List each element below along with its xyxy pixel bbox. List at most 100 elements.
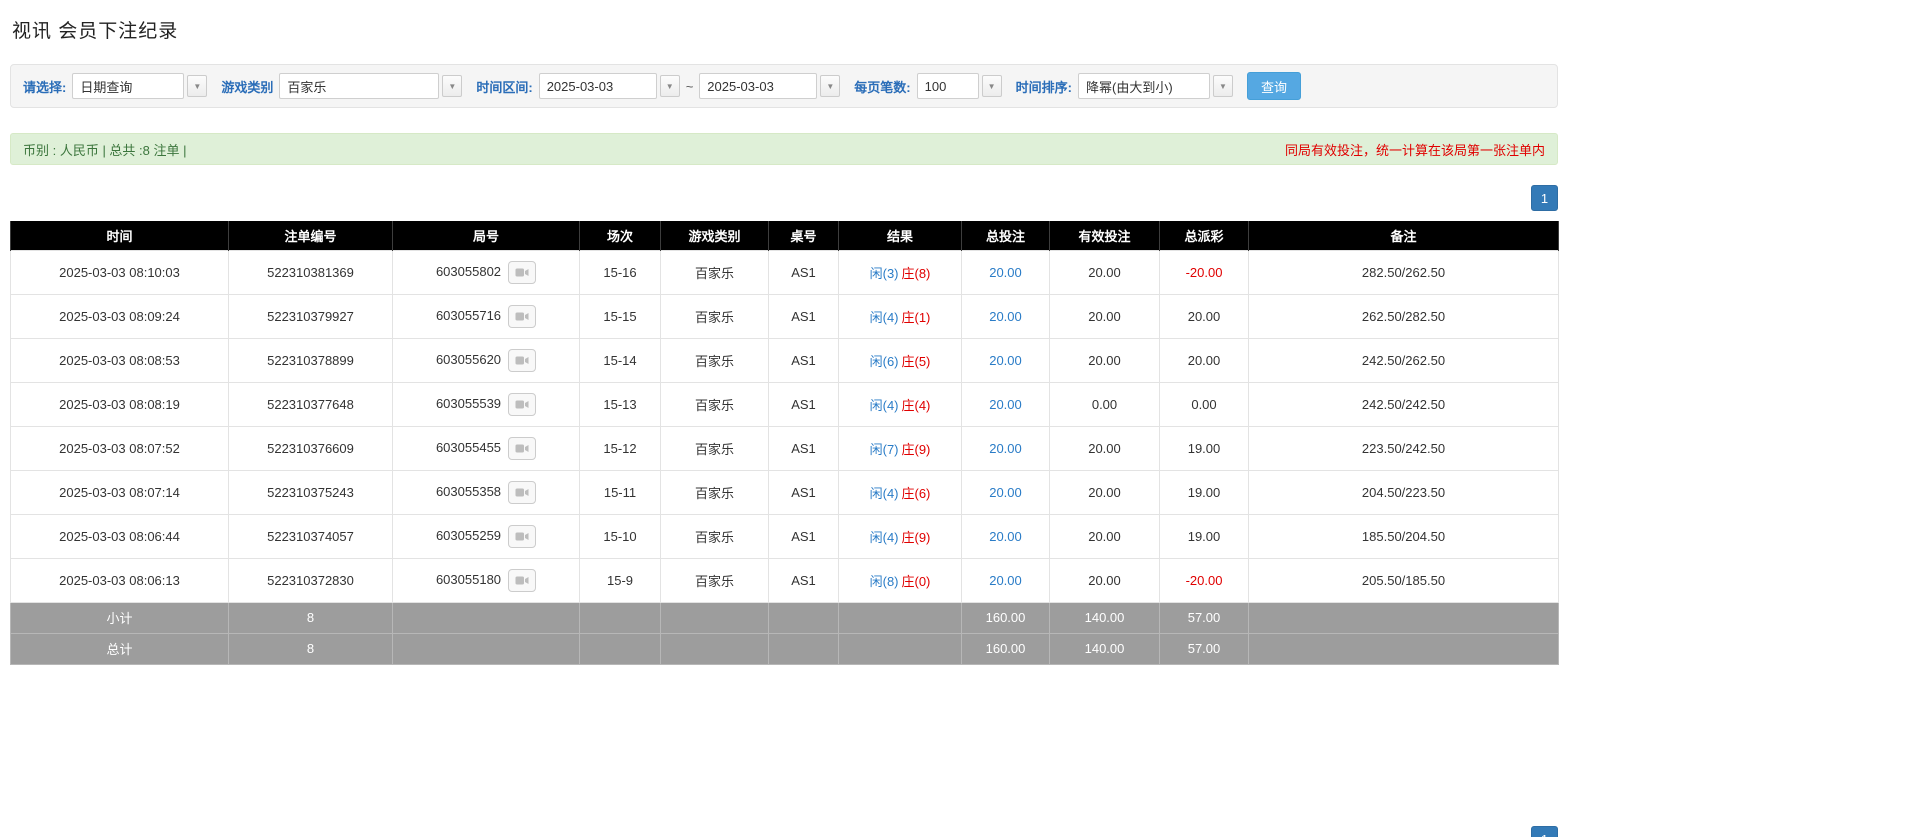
cell-total-bet[interactable]: 20.00	[961, 337, 1050, 383]
video-icon[interactable]	[508, 568, 537, 592]
cell-remark: 223.50/242.50	[1248, 425, 1559, 471]
cell-payout: 20.00	[1159, 337, 1249, 383]
subtotal-label: 小计	[10, 601, 229, 634]
cell-remark: 205.50/185.50	[1248, 557, 1559, 603]
cell-result: 闲(4) 庄(1)	[838, 293, 962, 339]
total-empty-cell	[660, 632, 769, 665]
chevron-down-icon[interactable]: ▼	[442, 75, 463, 97]
pagination-top: 1	[10, 185, 1558, 211]
page-size-input[interactable]	[916, 73, 979, 99]
page-size-combo: ▼	[916, 73, 1002, 99]
cell-remark: 262.50/282.50	[1248, 293, 1559, 339]
cell-session: 15-10	[579, 513, 661, 559]
video-icon[interactable]	[508, 392, 537, 416]
cell-valid-bet: 20.00	[1049, 469, 1160, 515]
time-range-label: 时间区间:	[476, 79, 533, 95]
cell-result: 闲(4) 庄(9)	[838, 513, 962, 559]
total-row: 总计 8 160.00 140.00 57.00	[10, 632, 1559, 665]
subtotal-valid-bet: 140.00	[1049, 601, 1160, 634]
result-banker: 庄(6)	[901, 485, 931, 501]
result-player: 闲(6)	[869, 353, 899, 369]
cell-bet-id: 522310379927	[228, 293, 393, 339]
col-payout: 总派彩	[1159, 221, 1249, 250]
cell-payout: 0.00	[1159, 381, 1249, 427]
video-icon[interactable]	[508, 348, 537, 372]
date-from-input[interactable]	[538, 73, 657, 99]
game-type-label: 游戏类别	[221, 79, 274, 95]
col-total-bet: 总投注	[961, 221, 1050, 250]
cell-total-bet[interactable]: 20.00	[961, 425, 1050, 471]
chevron-down-icon[interactable]: ▼	[820, 75, 841, 97]
cell-round: 603055259	[392, 513, 580, 559]
result-player: 闲(7)	[869, 441, 899, 457]
table-row: 2025-03-03 08:10:03 522310381369 6030558…	[10, 249, 1559, 295]
col-table-no: 桌号	[768, 221, 839, 250]
cell-payout: 19.00	[1159, 425, 1249, 471]
col-result: 结果	[838, 221, 962, 250]
result-player: 闲(3)	[869, 265, 899, 281]
page-size-label: 每页笔数:	[854, 79, 911, 95]
page-1-button-bottom[interactable]: 1	[1531, 826, 1558, 837]
query-type-input[interactable]	[72, 73, 185, 99]
total-count: 8	[228, 632, 393, 665]
cell-bet-id: 522310372830	[228, 557, 393, 603]
cell-session: 15-11	[579, 469, 661, 515]
cell-bet-id: 522310378899	[228, 337, 393, 383]
cell-bet-id: 522310381369	[228, 249, 393, 295]
cell-game-type: 百家乐	[660, 249, 769, 295]
cell-total-bet[interactable]: 20.00	[961, 557, 1050, 603]
cell-total-bet[interactable]: 20.00	[961, 513, 1050, 559]
chevron-down-icon[interactable]: ▼	[1212, 75, 1233, 97]
filter-bar: 请选择: ▼ 游戏类别 ▼ 时间区间: ▼ ~ ▼ 每页笔数: ▼ 时间排序: …	[10, 64, 1558, 108]
total-empty-cell	[838, 632, 962, 665]
search-button[interactable]: 查询	[1246, 72, 1301, 100]
cell-round: 603055358	[392, 469, 580, 515]
cell-time: 2025-03-03 08:09:24	[10, 293, 229, 339]
cell-time: 2025-03-03 08:08:19	[10, 381, 229, 427]
page-1-button[interactable]: 1	[1531, 185, 1558, 211]
cell-total-bet[interactable]: 20.00	[961, 469, 1050, 515]
video-icon[interactable]	[508, 436, 537, 460]
game-type-input[interactable]	[279, 73, 440, 99]
summary-bar: 币别 : 人民币 | 总共 :8 注单 | 同局有效投注，统一计算在该局第一张注…	[10, 133, 1558, 165]
cell-bet-id: 522310375243	[228, 469, 393, 515]
cell-payout: 20.00	[1159, 293, 1249, 339]
round-id: 603055455	[435, 439, 502, 455]
cell-total-bet[interactable]: 20.00	[961, 381, 1050, 427]
subtotal-total-bet: 160.00	[961, 601, 1050, 634]
video-icon[interactable]	[508, 524, 537, 548]
chevron-down-icon[interactable]: ▼	[187, 75, 208, 97]
cell-game-type: 百家乐	[660, 293, 769, 339]
cell-remark: 242.50/242.50	[1248, 381, 1559, 427]
cell-total-bet[interactable]: 20.00	[961, 249, 1050, 295]
subtotal-row: 小计 8 160.00 140.00 57.00	[10, 601, 1559, 634]
round-id: 603055802	[435, 263, 502, 279]
cell-valid-bet: 20.00	[1049, 425, 1160, 471]
table-body: 2025-03-03 08:10:03 522310381369 6030558…	[10, 249, 1559, 603]
chevron-down-icon[interactable]: ▼	[659, 75, 680, 97]
table-row: 2025-03-03 08:07:52 522310376609 6030554…	[10, 425, 1559, 471]
video-icon[interactable]	[508, 304, 537, 328]
cell-total-bet[interactable]: 20.00	[961, 293, 1050, 339]
date-to-input[interactable]	[699, 73, 818, 99]
cell-time: 2025-03-03 08:07:14	[10, 469, 229, 515]
cell-valid-bet: 20.00	[1049, 249, 1160, 295]
result-player: 闲(4)	[869, 485, 899, 501]
cell-result: 闲(4) 庄(6)	[838, 469, 962, 515]
cell-time: 2025-03-03 08:10:03	[10, 249, 229, 295]
table-row: 2025-03-03 08:08:19 522310377648 6030555…	[10, 381, 1559, 427]
total-valid-bet: 140.00	[1049, 632, 1160, 665]
cell-session: 15-9	[579, 557, 661, 603]
round-id: 603055259	[435, 527, 502, 543]
cell-round: 603055716	[392, 293, 580, 339]
cell-remark: 242.50/262.50	[1248, 337, 1559, 383]
cell-valid-bet: 20.00	[1049, 293, 1160, 339]
cell-valid-bet: 20.00	[1049, 513, 1160, 559]
video-icon[interactable]	[508, 260, 537, 284]
sort-input[interactable]	[1077, 73, 1210, 99]
result-banker: 庄(8)	[901, 265, 931, 281]
video-icon[interactable]	[508, 480, 537, 504]
col-time: 时间	[10, 221, 229, 250]
chevron-down-icon[interactable]: ▼	[981, 75, 1002, 97]
cell-table-no: AS1	[768, 513, 839, 559]
